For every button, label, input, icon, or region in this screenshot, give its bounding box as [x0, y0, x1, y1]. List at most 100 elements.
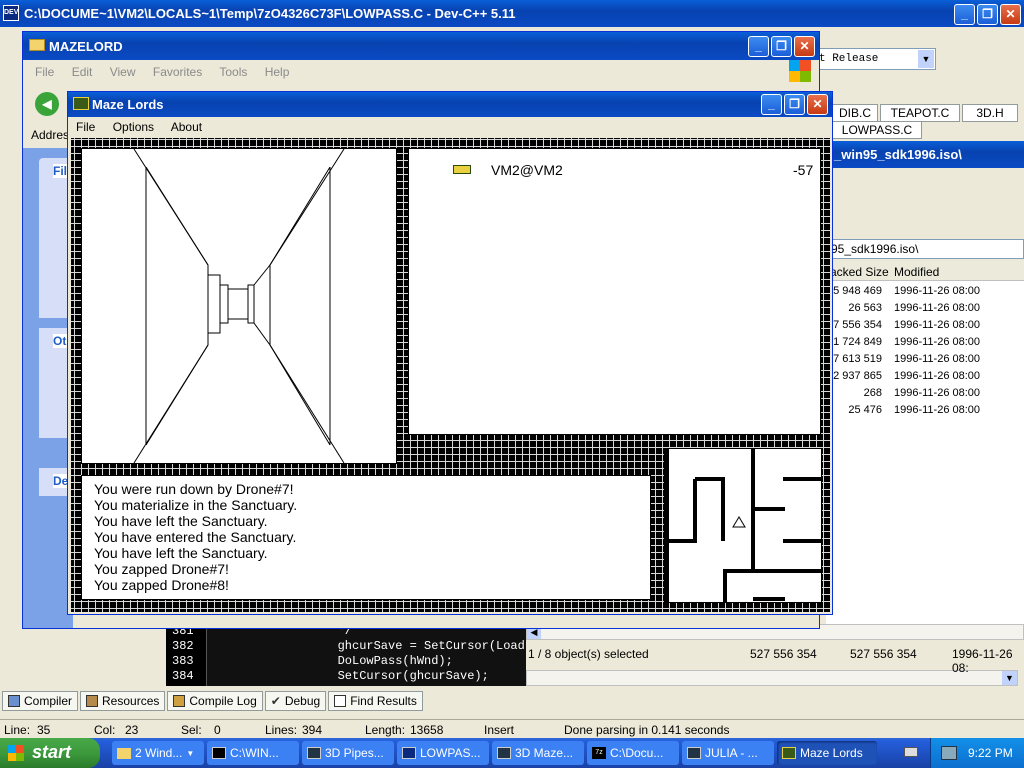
tab-label: LOWPASS.C [841, 123, 913, 137]
build-config-select[interactable]: t Release ▼ [812, 48, 936, 70]
table-row[interactable]: 26 563 1996-11-26 08:00 [826, 301, 1024, 318]
chevron-down-icon[interactable]: ▼ [918, 50, 934, 68]
tab-compiler[interactable]: Compiler [2, 691, 79, 711]
log-message: You have left the Sanctuary. [94, 545, 268, 561]
tab-find-results[interactable]: Find Results [328, 691, 423, 711]
packed-size: 268 [863, 387, 882, 399]
archive-address[interactable]: 95_sdk1996.iso\ [826, 239, 1024, 259]
tab-debug[interactable]: ✔ Debug [264, 691, 327, 711]
minimize-button[interactable]: _ [954, 4, 975, 25]
taskbar-item[interactable]: 3D Maze... [492, 741, 584, 765]
table-row[interactable]: 5 948 469 1996-11-26 08:00 [826, 284, 1024, 301]
log-icon [173, 695, 186, 707]
col-packed-size[interactable]: acked Size [830, 265, 889, 279]
horizontal-scrollbar[interactable]: ▼ [526, 670, 1018, 686]
menu-help[interactable]: Help [265, 65, 290, 79]
keyboard-icon[interactable] [904, 747, 918, 757]
player-name: VM2@VM2 [491, 162, 563, 178]
table-row[interactable]: 1 724 849 1996-11-26 08:00 [826, 335, 1024, 352]
taskbar-item[interactable]: 2 Wind... ▼ [112, 741, 204, 765]
archive-titlebar: _win95_sdk1996.iso\ [826, 141, 1024, 168]
menu-file[interactable]: File [76, 120, 95, 134]
menu-options[interactable]: Options [113, 120, 154, 134]
tab-lowpass[interactable]: LOWPASS.C [832, 121, 922, 139]
close-button[interactable]: ✕ [1000, 4, 1021, 25]
windows-flag-icon [8, 745, 24, 761]
taskbar-item-active[interactable]: Maze Lords [777, 741, 877, 765]
taskbar-item[interactable]: C:\WIN... [207, 741, 299, 765]
player-avatar-icon [453, 165, 471, 174]
log-message: You have left the Sanctuary. [94, 513, 268, 529]
table-row[interactable]: 2 937 865 1996-11-26 08:00 [826, 369, 1024, 386]
first-person-view[interactable] [81, 148, 397, 464]
archive-rows: 5 948 469 1996-11-26 08:00 26 563 1996-11-… [826, 284, 1024, 420]
menu-tools[interactable]: Tools [219, 65, 247, 79]
bottom-tabs: Compiler Resources Compile Log ✔ Debug Fi… [2, 691, 423, 711]
network-icon[interactable] [941, 746, 957, 760]
taskbar-item[interactable]: 3D Pipes... [302, 741, 394, 765]
log-message: You zapped Drone#8! [94, 577, 229, 593]
tab-dib[interactable]: DIB.C [832, 104, 878, 122]
status-date: 1996-11-26 08: [952, 647, 1013, 675]
col-modified[interactable]: Modified [894, 265, 939, 279]
minimize-button[interactable]: _ [748, 36, 769, 57]
log-message: You materialize in the Sanctuary. [94, 497, 298, 513]
tab-teapot[interactable]: TEAPOT.C [880, 104, 960, 122]
menu-edit[interactable]: Edit [72, 65, 93, 79]
taskbar-item[interactable]: 7z C:\Docu... [587, 741, 679, 765]
status-size: 527 556 354 [750, 647, 817, 661]
menu-favorites[interactable]: Favorites [153, 65, 202, 79]
taskbar-item[interactable]: LOWPAS... [397, 741, 489, 765]
tab-compile-log[interactable]: Compile Log [167, 691, 263, 711]
status-lines-label: Lines: [265, 723, 298, 737]
compiler-icon [8, 695, 20, 707]
archive-path: 95_sdk1996.iso\ [831, 242, 919, 256]
start-button[interactable]: start [0, 738, 100, 768]
maximize-button[interactable]: ❐ [977, 4, 998, 25]
table-row[interactable]: 7 556 354 1996-11-26 08:00 [826, 318, 1024, 335]
player-score: -57 [793, 162, 814, 178]
taskbar-item-label: JULIA - ... [705, 746, 758, 760]
explorer-title: MAZELORD [49, 39, 123, 54]
line-number: 382 [172, 639, 194, 653]
taskbar-item-label: C:\Docu... [610, 746, 664, 760]
close-button[interactable]: ✕ [794, 36, 815, 57]
maximize-button[interactable]: ❐ [784, 94, 805, 115]
code-text: DoLowPass(hWnd); [316, 654, 453, 668]
check-icon: ✔ [270, 694, 281, 708]
minimize-button[interactable]: _ [761, 94, 782, 115]
back-arrow-icon[interactable]: ◀ [35, 92, 59, 116]
maximize-button[interactable]: ❐ [771, 36, 792, 57]
modified-date: 1996-11-26 08:00 [894, 285, 981, 297]
log-message: You were run down by Drone#7! [94, 481, 294, 497]
menu-view[interactable]: View [110, 65, 136, 79]
table-row[interactable]: 7 613 519 1996-11-26 08:00 [826, 352, 1024, 369]
status-sel-label: Sel: [181, 723, 202, 737]
devcpp-titlebar: DEV C:\DOCUME~1\VM2\LOCALS~1\Temp\7zO432… [0, 0, 1024, 27]
status-mode: Insert [484, 723, 515, 737]
build-config-value: t Release [819, 53, 879, 65]
modified-date: 1996-11-26 08:00 [894, 387, 981, 399]
resources-icon [86, 695, 99, 707]
mazelords-window: Maze Lords _ ❐ ✕ File Options About VM2@… [67, 91, 833, 615]
taskbar-item-label: Maze Lords [800, 746, 863, 760]
packed-size: 2 937 865 [833, 370, 882, 382]
tab-resources[interactable]: Resources [80, 691, 166, 711]
windows-logo-icon [789, 60, 811, 82]
taskbar-item[interactable]: JULIA - ... [682, 741, 774, 765]
devcpp-title: C:\DOCUME~1\VM2\LOCALS~1\Temp\7zO4326C73… [24, 6, 516, 21]
player-row[interactable]: VM2@VM2 -57 [409, 159, 820, 181]
player-position-icon [732, 516, 746, 528]
menu-about[interactable]: About [171, 120, 202, 134]
message-log: You were run down by Drone#7! You materi… [81, 475, 651, 600]
tab-3dh[interactable]: 3D.H [962, 104, 1018, 122]
menu-file[interactable]: File [35, 65, 54, 79]
status-sel: 0 [214, 723, 221, 737]
console-icon [212, 747, 226, 759]
tab-label: 3D.H [976, 106, 1004, 120]
table-row[interactable]: 268 1996-11-26 08:00 [826, 386, 1024, 403]
close-button[interactable]: ✕ [807, 94, 828, 115]
overhead-map[interactable] [664, 448, 822, 603]
packed-size: 7 556 354 [833, 319, 882, 331]
table-row[interactable]: 25 476 1996-11-26 08:00 [826, 403, 1024, 420]
